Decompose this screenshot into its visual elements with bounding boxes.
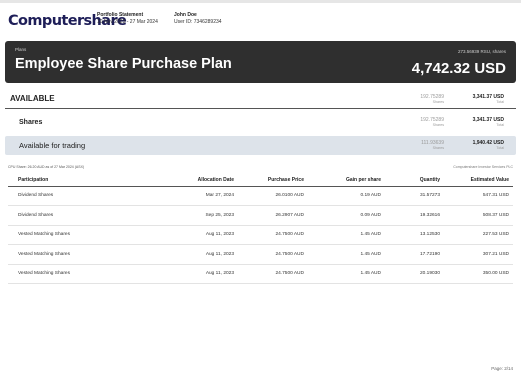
table-row: Vested Matching Shares Aug 11, 2023 24.7… xyxy=(8,264,513,284)
gain-per-share-cell: 0.19 AUD xyxy=(308,186,385,206)
estimated-value-cell: 547.31 USD xyxy=(444,186,513,206)
participation-table: Participation Allocation Date Purchase P… xyxy=(8,174,513,284)
col-participation: Participation xyxy=(8,174,146,187)
quantity-cell: 19.32616 xyxy=(385,205,444,226)
table-row: Vested Matching Shares Aug 11, 2023 24.7… xyxy=(8,244,513,265)
estimated-value-cell: 508.37 USD xyxy=(444,205,513,226)
allocation-date-cell: Aug 11, 2023 xyxy=(146,244,238,265)
gain-per-share-cell: 1.45 AUD xyxy=(308,225,385,245)
quantity-cell: 17.72190 xyxy=(385,244,444,265)
estimated-value-cell: 227.53 USD xyxy=(444,225,513,245)
estimated-value-cell: 307.21 USD xyxy=(444,244,513,265)
participation-cell: Vested Matching Shares xyxy=(8,244,146,265)
plan-banner: Plans Employee Share Purchase Plan 273.5… xyxy=(5,41,516,83)
col-quantity: Quantity xyxy=(385,174,444,187)
trading-total: 1,940.42 USD Total xyxy=(473,140,504,150)
statement-info: Portfolio Statement 10 Nov 2023 - 27 Mar… xyxy=(97,12,158,26)
purchase-price-cell: 24.7500 AUD xyxy=(238,225,308,245)
estimated-value-cell: 350.00 USD xyxy=(444,264,513,284)
available-total-caption: Total xyxy=(496,100,504,104)
col-allocation-date: Allocation Date xyxy=(146,174,238,187)
table-header-row: Participation Allocation Date Purchase P… xyxy=(8,174,513,187)
gain-per-share-cell: 1.45 AUD xyxy=(308,264,385,284)
available-for-trading-row: Available for trading 111.93639 Shares 1… xyxy=(5,136,516,155)
shares-count-caption: Shares xyxy=(432,123,444,127)
participation-cell: Vested Matching Shares xyxy=(8,225,146,245)
col-purchase-price: Purchase Price xyxy=(238,174,308,187)
statement-period: 10 Nov 2023 - 27 Mar 2024 xyxy=(97,19,158,25)
available-row: AVAILABLE 192.75289 Shares 3,341.37 USD … xyxy=(5,89,516,109)
shares-row: Shares 192.75289 Shares 3,341.37 USD Tot… xyxy=(5,113,516,133)
table-row: Dividend Shares Sep 25, 2023 26.2907 AUD… xyxy=(8,205,513,226)
participation-cell: Vested Matching Shares xyxy=(8,264,146,284)
participation-cell: Dividend Shares xyxy=(8,205,146,226)
user-info: John Doe User ID: 7346289234 xyxy=(174,12,222,26)
purchase-price-cell: 26.0100 AUD xyxy=(238,186,308,206)
top-divider xyxy=(0,0,521,3)
plans-label: Plans xyxy=(15,47,27,52)
trading-label: Available for trading xyxy=(19,141,86,150)
purchase-price-cell: 26.2907 AUD xyxy=(238,205,308,226)
plan-title: Employee Share Purchase Plan xyxy=(15,56,232,72)
trading-shares-caption: Shares xyxy=(432,146,444,150)
statement-title: Portfolio Statement xyxy=(97,12,144,18)
allocation-date-cell: Sep 25, 2023 xyxy=(146,205,238,226)
plan-total-value: 4,742.32 USD xyxy=(411,60,506,77)
share-price-note: CPU Share: 26.20 AUD as of 27 Mar 2024 (… xyxy=(8,165,85,169)
trading-shares: 111.93639 Shares xyxy=(421,140,444,150)
user-name: John Doe xyxy=(174,12,197,18)
participation-cell: Dividend Shares xyxy=(8,186,146,206)
shares-total: 3,341.37 USD Total xyxy=(473,117,504,127)
statement-header: Computershare Portfolio Statement 10 Nov… xyxy=(8,10,513,34)
col-estimated-value: Estimated Value xyxy=(444,174,513,187)
table-row: Vested Matching Shares Aug 11, 2023 24.7… xyxy=(8,225,513,245)
plan-units: 273.56939 RSU, shares xyxy=(457,49,506,54)
table-notes: CPU Share: 26.20 AUD as of 27 Mar 2024 (… xyxy=(8,165,513,171)
quantity-cell: 31.57273 xyxy=(385,186,444,206)
shares-count: 192.75289 Shares xyxy=(420,117,444,127)
table-row: Dividend Shares Mar 27, 2024 26.0100 AUD… xyxy=(8,186,513,206)
shares-label: Shares xyxy=(19,119,43,126)
col-gain-per-share: Gain per share xyxy=(308,174,385,187)
user-id: User ID: 7346289234 xyxy=(174,19,222,25)
purchase-price-cell: 24.7500 AUD xyxy=(238,264,308,284)
gain-per-share-cell: 1.45 AUD xyxy=(308,244,385,265)
trading-total-caption: Total xyxy=(496,146,504,150)
page-number: Page: 2/14 xyxy=(491,366,513,371)
quantity-cell: 20.19030 xyxy=(385,264,444,284)
provider-note: Computershare Investor Services PLC xyxy=(453,165,513,169)
shares-total-caption: Total xyxy=(496,123,504,127)
allocation-date-cell: Aug 11, 2023 xyxy=(146,225,238,245)
quantity-cell: 13.12530 xyxy=(385,225,444,245)
allocation-date-cell: Mar 27, 2024 xyxy=(146,186,238,206)
available-label: AVAILABLE xyxy=(10,94,55,103)
available-shares-caption: Shares xyxy=(432,100,444,104)
available-total: 3,341.37 USD Total xyxy=(473,94,504,104)
purchase-price-cell: 24.7500 AUD xyxy=(238,244,308,265)
available-shares: 192.75289 Shares xyxy=(420,94,444,104)
allocation-date-cell: Aug 11, 2023 xyxy=(146,264,238,284)
gain-per-share-cell: 0.09 AUD xyxy=(308,205,385,226)
